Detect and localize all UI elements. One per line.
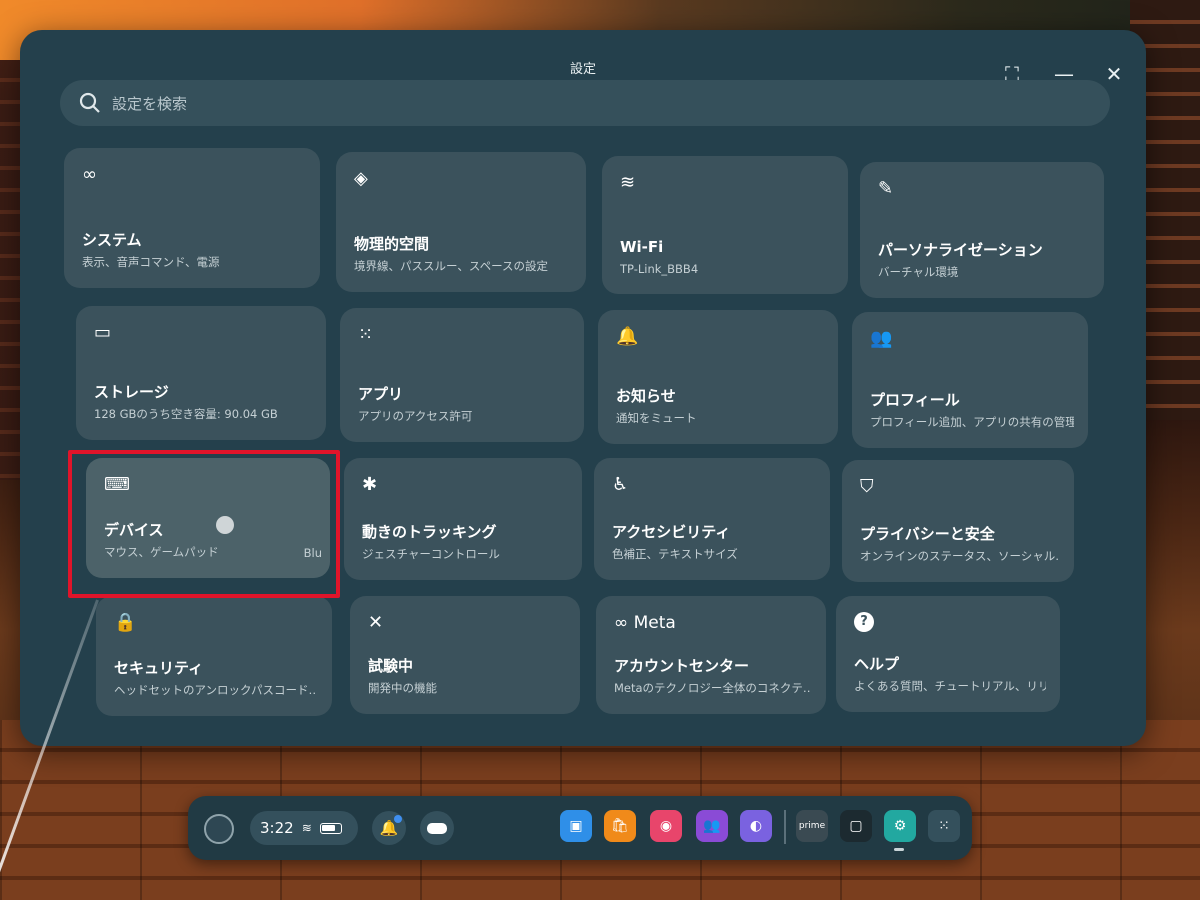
- tile-apps[interactable]: ⁙ アプリ アプリのアクセス許可: [340, 308, 584, 442]
- tile-title: セキュリティ: [114, 659, 204, 677]
- app-library-icon[interactable]: ⁙: [928, 810, 960, 842]
- tile-help[interactable]: ? ヘルプ よくある質問、チュートリアル、リリ‥: [836, 596, 1060, 712]
- tile-title: 物理的空間: [354, 235, 430, 253]
- tile-subtitle: 開発中の機能: [368, 681, 437, 695]
- tile-movement-tracking[interactable]: ✱ 動きのトラッキング ジェスチャーコントロール: [344, 458, 582, 580]
- tile-title: 試験中: [368, 657, 414, 675]
- avatar[interactable]: [204, 814, 234, 844]
- tile-subtitle: アプリのアクセス許可: [358, 409, 473, 423]
- meta-icon: ∞: [82, 164, 97, 185]
- notifications-button[interactable]: 🔔: [372, 811, 406, 845]
- tile-subtitle: TP-Link_BBB4: [620, 262, 699, 276]
- tile-title: Wi-Fi: [620, 238, 664, 256]
- horizon-app-icon[interactable]: ◐: [740, 810, 772, 842]
- experimental-icon: ✕: [368, 612, 384, 633]
- movement-tracking-icon: ✱: [362, 474, 378, 495]
- tile-notifications[interactable]: 🔔 お知らせ 通知をミュート: [598, 310, 838, 444]
- search-icon: [79, 92, 100, 113]
- headset-icon: [427, 822, 447, 834]
- settings-window: 設定 ⛶ — ✕ 設定を検索 ∞ システム 表示、音声コマンド、電源 ◈ 物理的…: [20, 30, 1146, 746]
- tile-privacy-safety[interactable]: ⛉ プライバシーと安全 オンラインのステータス、ソーシャル‥: [842, 460, 1074, 582]
- pencil-icon: ✎: [878, 178, 894, 199]
- tile-subtitle: ヘッドセットのアンロックパスコード‥: [114, 683, 317, 697]
- bell-icon: 🔔: [616, 326, 639, 347]
- tile-title: ストレージ: [94, 383, 169, 401]
- tile-accessibility[interactable]: ♿ アクセシビリティ 色補正、テキストサイズ: [594, 458, 830, 580]
- shop-app-icon[interactable]: 🛍: [604, 810, 636, 842]
- clock-time: 3:22: [260, 819, 294, 837]
- tile-title: 動きのトラッキング: [362, 523, 497, 541]
- battery-icon: [319, 822, 342, 834]
- storage-icon: ▭: [94, 322, 112, 343]
- tile-title: プロフィール: [870, 391, 960, 409]
- tile-subtitle: ジェスチャーコントロール: [362, 547, 500, 561]
- tile-subtitle: オンラインのステータス、ソーシャル‥: [860, 549, 1060, 563]
- tile-subtitle: バーチャル環境: [878, 265, 959, 279]
- search-input[interactable]: 設定を検索: [60, 80, 1110, 126]
- wifi-icon: ≋: [301, 821, 312, 835]
- tile-subtitle: プロフィール追加、アプリの共有の管理: [870, 415, 1074, 429]
- store-app-icon[interactable]: ▣: [560, 810, 592, 842]
- highlight-box: [68, 450, 340, 598]
- people-icon: 👥: [870, 328, 893, 349]
- settings-app-icon[interactable]: ⚙: [884, 810, 916, 842]
- physical-space-icon: ◈: [354, 168, 368, 189]
- tile-subtitle: 通知をミュート: [616, 411, 697, 425]
- tile-security[interactable]: 🔒 セキュリティ ヘッドセットのアンロックパスコード‥: [96, 596, 332, 716]
- tile-title: アプリ: [358, 385, 404, 403]
- camera-app-icon[interactable]: ◉: [650, 810, 682, 842]
- tile-physical-space[interactable]: ◈ 物理的空間 境界線、パススルー、スペースの設定: [336, 152, 586, 292]
- apps-grid-icon: ⁙: [358, 324, 374, 345]
- desktop-app-icon[interactable]: ▢: [840, 810, 872, 842]
- tile-title: アクセシビリティ: [612, 523, 731, 541]
- close-button[interactable]: ✕: [1102, 64, 1126, 84]
- tile-profile[interactable]: 👥 プロフィール プロフィール追加、アプリの共有の管理: [852, 312, 1088, 448]
- tile-subtitle: 色補正、テキストサイズ: [612, 547, 738, 561]
- tile-personalization[interactable]: ✎ パーソナライゼーション バーチャル環境: [860, 162, 1104, 298]
- status-pill[interactable]: 3:22 ≋: [250, 811, 358, 845]
- taskbar: 3:22 ≋ 🔔 ▣ 🛍 ◉ 👥 ◐ prime ▢ ⚙ ⁙: [188, 796, 972, 860]
- tile-subtitle: 境界線、パススルー、スペースの設定: [354, 259, 549, 273]
- headset-button[interactable]: [420, 811, 454, 845]
- tile-account-center[interactable]: ∞ Meta アカウントセンター Metaのテクノロジー全体のコネクテ‥: [596, 596, 826, 714]
- tile-title: プライバシーと安全: [860, 525, 995, 543]
- tile-system[interactable]: ∞ システム 表示、音声コマンド、電源: [64, 148, 320, 288]
- accessibility-icon: ♿: [612, 474, 629, 495]
- shield-icon: ⛉: [860, 476, 874, 497]
- window-title: 設定: [569, 62, 596, 77]
- lock-icon: 🔒: [114, 612, 137, 633]
- meta-logo-icon: ∞ Meta: [614, 613, 676, 633]
- people-app-icon[interactable]: 👥: [696, 810, 728, 842]
- tile-subtitle: よくある質問、チュートリアル、リリ‥: [854, 679, 1046, 693]
- help-icon: ?: [854, 612, 874, 632]
- tile-subtitle: 表示、音声コマンド、電源: [82, 255, 220, 269]
- search-placeholder: 設定を検索: [112, 94, 188, 113]
- tile-title: アカウントセンター: [614, 657, 750, 675]
- tile-experimental[interactable]: ✕ 試験中 開発中の機能: [350, 596, 580, 714]
- tile-subtitle: 128 GBのうち空き容量: 90.04 GB: [94, 407, 278, 421]
- wifi-icon: ≋: [620, 172, 636, 193]
- notification-badge: [394, 815, 402, 823]
- tile-title: ヘルプ: [854, 655, 900, 673]
- tile-subtitle: Metaのテクノロジー全体のコネクテ‥: [614, 681, 811, 695]
- tile-storage[interactable]: ▭ ストレージ 128 GBのうち空き容量: 90.04 GB: [76, 306, 326, 440]
- tile-wifi[interactable]: ≋ Wi-Fi TP-Link_BBB4: [602, 156, 848, 294]
- tile-title: パーソナライゼーション: [878, 241, 1043, 259]
- tile-title: お知らせ: [616, 387, 676, 405]
- tile-title: システム: [82, 231, 142, 249]
- active-app-indicator: [894, 848, 904, 851]
- taskbar-divider: [784, 810, 786, 844]
- prime-video-app-icon[interactable]: prime: [796, 810, 828, 842]
